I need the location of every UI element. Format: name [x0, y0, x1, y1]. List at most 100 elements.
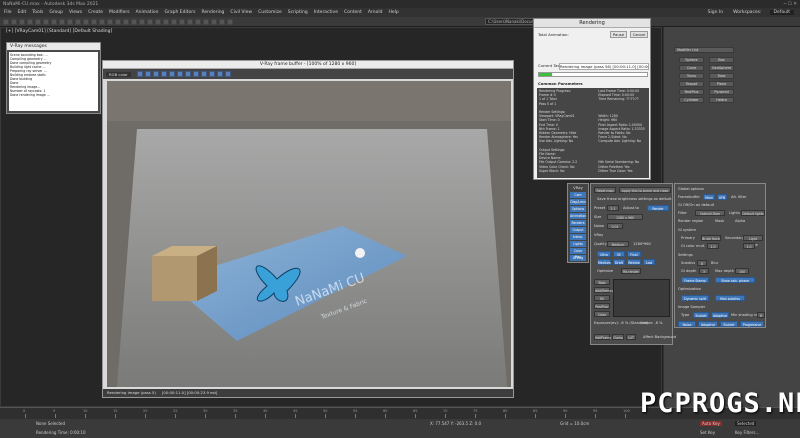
menu-create[interactable]: Create [88, 10, 103, 15]
vray-tool-item[interactable]: Color Map [570, 248, 586, 259]
vset-button[interactable]: Fill [594, 295, 610, 301]
vray-tool-item[interactable]: Output [570, 227, 586, 233]
cancel-button[interactable]: Cancel [630, 31, 648, 38]
window-crossing-icon[interactable] [67, 18, 73, 25]
named-sel-icon[interactable] [155, 18, 161, 25]
vset-button[interactable]: Add/Remove [594, 287, 615, 293]
noise-value[interactable]: 0.01 [607, 223, 623, 229]
spinner-snap-icon[interactable] [147, 18, 153, 25]
blur-label[interactable]: Blur [711, 261, 718, 265]
dyn-split-button[interactable]: Dynamic split [681, 295, 709, 301]
schematic-icon[interactable] [195, 18, 201, 25]
main-button[interactable]: Main [703, 194, 715, 200]
vray-tool-item[interactable]: Lights [570, 241, 586, 247]
region-render-icon[interactable] [208, 71, 215, 77]
sampler-button[interactable]: Noise [678, 321, 696, 327]
sampler-button[interactable]: Progressive [740, 321, 764, 327]
sampler-button[interactable]: Bucket [720, 321, 738, 327]
menu-views[interactable]: Views [69, 10, 82, 15]
vray-messages-title[interactable]: V-Ray messages [7, 43, 100, 50]
angle-snap-icon[interactable] [131, 18, 137, 25]
signin-button[interactable]: Sign In [708, 10, 723, 15]
rotate-icon[interactable] [83, 18, 89, 25]
cmd-button[interactable]: Sphere [679, 57, 704, 63]
show-calc-button[interactable]: Show calc. phase [715, 277, 755, 283]
gi-opt-label[interactable]: GI Off/On on default [678, 203, 714, 207]
cmd-button[interactable]: Pyramid [709, 89, 734, 95]
menu-animation[interactable]: Animation [136, 10, 159, 15]
cmd-button[interactable]: Hedra [709, 97, 734, 103]
preset-option[interactable]: Medium [597, 259, 611, 265]
vray-tool-item[interactable]: Renders [570, 220, 586, 226]
bind-icon[interactable] [35, 18, 41, 25]
render-icon[interactable] [227, 18, 233, 25]
link-icon[interactable] [19, 18, 25, 25]
window-controls[interactable]: ─ ☐ ✕ [784, 2, 797, 7]
menu-civil-view[interactable]: Civil View [230, 10, 252, 15]
render-region-label[interactable]: Render region [678, 219, 703, 223]
common-params-header[interactable]: Common Parameters [538, 81, 583, 86]
menu-rendering[interactable]: Rendering [201, 10, 224, 15]
alpha-label[interactable]: Alpha [735, 219, 745, 223]
redo-icon[interactable] [11, 18, 17, 25]
preset-option[interactable]: IB [613, 251, 625, 257]
quality-value[interactable]: Medium [607, 241, 629, 247]
modifier-list-dropdown[interactable]: Modifier List [674, 47, 734, 53]
size-value[interactable]: 1280 x 960 [607, 214, 643, 220]
cmd-button[interactable]: GeoSphere [709, 65, 734, 71]
vset-button[interactable]: Blob [594, 279, 610, 285]
vset-bottom-button[interactable]: LUT [626, 334, 636, 340]
reset-map-button[interactable]: Reset map [594, 187, 616, 193]
workspace-select[interactable]: Default [769, 10, 794, 15]
lights-value[interactable]: Default lights [741, 210, 765, 216]
primary-value[interactable]: Brute force [701, 235, 721, 241]
gi-color-value[interactable]: 1.0 [707, 243, 719, 249]
lc-value[interactable]: 1.0 [743, 243, 755, 249]
vray-tool-item[interactable]: GI Eng [570, 255, 586, 261]
vray-tool-item[interactable]: Cam [570, 192, 586, 198]
cmd-button[interactable]: Plane [709, 81, 734, 87]
menu-customize[interactable]: Customize [258, 10, 282, 15]
affect-bg-label[interactable]: Affect Background [643, 335, 676, 339]
place-icon[interactable] [99, 18, 105, 25]
max-depth-value[interactable]: 100 [735, 268, 749, 274]
min-shading-value[interactable]: 6 [757, 312, 765, 318]
ref-coord-icon[interactable] [107, 18, 113, 25]
menu-content[interactable]: Content [344, 10, 362, 15]
red-channel-icon[interactable] [136, 71, 143, 77]
vray-tool-item[interactable]: Animation [570, 213, 586, 219]
setkey-button[interactable]: Set Key [700, 430, 715, 435]
vset-bottom-button[interactable]: HalfFrame [594, 334, 611, 340]
vray-tool-item[interactable]: Interp. [570, 234, 586, 240]
selected-dropdown[interactable]: Selected [735, 421, 757, 426]
max-subdivs-button[interactable]: Max subdivs [715, 295, 745, 301]
rendering-dialog-title[interactable]: Rendering [534, 19, 650, 28]
sampler-button[interactable]: Adaptive [698, 321, 718, 327]
select-icon[interactable] [43, 18, 49, 25]
curve-editor-icon[interactable] [187, 18, 193, 25]
render-frame-icon[interactable] [219, 18, 225, 25]
menu-tools[interactable]: Tools [32, 10, 43, 15]
align-icon[interactable] [171, 18, 177, 25]
apply-all-button[interactable]: Apply this to scene and close [619, 187, 671, 193]
pause-button[interactable]: Pause [610, 31, 627, 38]
render-image[interactable]: NaNaMi CU Texture & Fabric [107, 81, 511, 387]
layer-icon[interactable] [179, 18, 185, 25]
save-defaults-note[interactable]: Save these brightness settings as defaul… [597, 197, 672, 201]
gi-depth-value[interactable]: 3 [699, 268, 709, 274]
filter-value[interactable]: Catmull-Rom [695, 210, 725, 216]
render-start-icon[interactable] [224, 71, 231, 77]
adaptive-button[interactable]: Adaptive [711, 312, 729, 318]
cmd-button[interactable]: Cylinder [679, 97, 704, 103]
pivot-icon[interactable] [115, 18, 121, 25]
percent-snap-icon[interactable] [139, 18, 145, 25]
preset-option[interactable]: Draft [613, 259, 625, 265]
scale-icon[interactable] [91, 18, 97, 25]
menu-group[interactable]: Group [49, 10, 63, 15]
move-icon[interactable] [75, 18, 81, 25]
preset-option[interactable]: Low [643, 259, 655, 265]
type-value[interactable]: Bucket [693, 312, 709, 318]
vset-button[interactable]: PostProc [594, 303, 610, 309]
alpha-channel-icon[interactable] [160, 71, 167, 77]
menu-interactive[interactable]: Interactive [314, 10, 338, 15]
